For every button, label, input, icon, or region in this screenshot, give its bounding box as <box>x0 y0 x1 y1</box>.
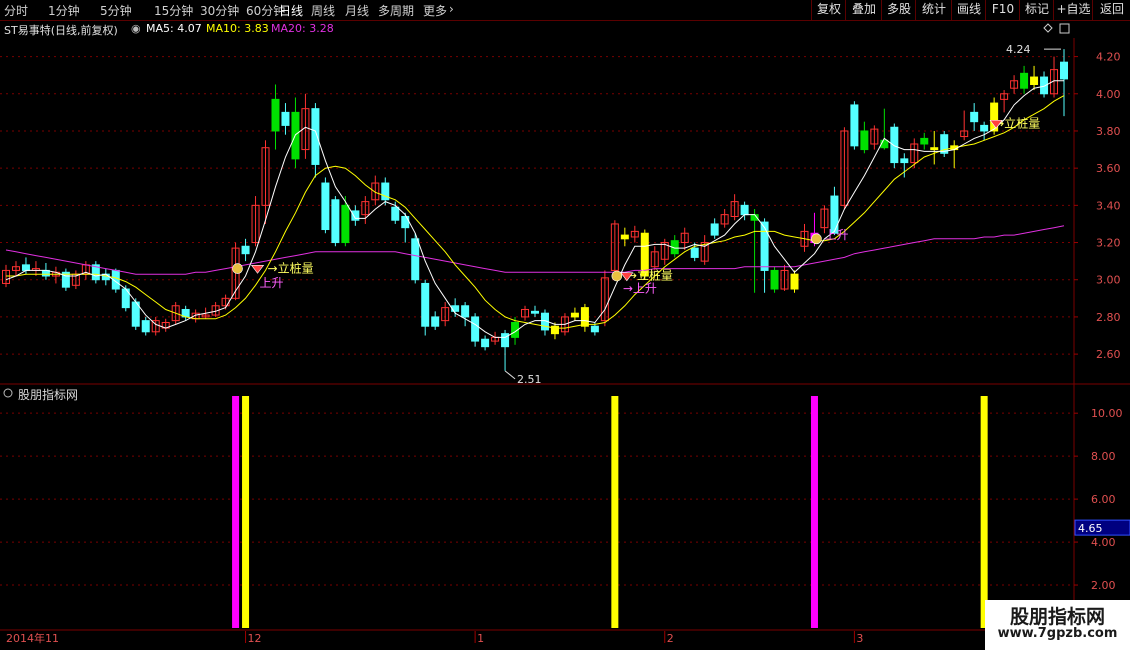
indicator-settings-icon <box>3 388 13 398</box>
money-bag-icon <box>611 270 623 282</box>
indicator-current-value: 4.65 <box>1078 522 1103 535</box>
signal-label: 上升 <box>824 228 848 242</box>
candle-body <box>531 310 539 314</box>
price-axis-label: 4.20 <box>1096 51 1121 64</box>
candle-body <box>860 130 869 151</box>
candle-body <box>770 269 779 290</box>
indicator-bar <box>242 396 250 628</box>
candle-body <box>431 316 440 327</box>
money-bag-icon <box>811 233 822 245</box>
candle-body <box>920 137 929 145</box>
candle-body <box>1060 61 1068 80</box>
watermark: 股朋指标网 www.7gpzb.com <box>985 600 1130 650</box>
price-axis-label: 2.80 <box>1096 311 1121 324</box>
indicator-axis-label: 8.00 <box>1091 450 1116 463</box>
ma5-line <box>5 80 1064 338</box>
candle-body <box>850 104 859 147</box>
watermark-title: 股朋指标网 <box>1009 606 1105 628</box>
indicator-axis-label: 4.00 <box>1091 536 1116 549</box>
watermark-url: www.7gpzb.com <box>997 626 1118 641</box>
candle-body <box>451 305 460 312</box>
candle-body <box>271 98 280 132</box>
indicator-title: 股朋指标网 <box>18 388 79 402</box>
signal-label: →立桩量 <box>268 260 314 275</box>
signal-label: →立桩量 <box>627 268 673 283</box>
candle-body <box>1030 76 1039 85</box>
chart-canvas[interactable]: 4.20 4.00 3.80 3.60 3.40 3.20 3.00 2.80 2.60 10.0… <box>0 0 1130 650</box>
candle-body <box>471 316 480 342</box>
candle-body <box>930 147 939 151</box>
candle-body <box>281 111 290 126</box>
candle-body <box>970 111 979 123</box>
signal-label: →上升 <box>623 282 657 296</box>
price-axis-label: 3.00 <box>1096 274 1121 287</box>
price-axis-label: 3.60 <box>1096 162 1121 175</box>
candle-body <box>341 204 350 244</box>
date-axis-label: 2014年11 <box>6 631 59 645</box>
candle-body <box>411 238 420 281</box>
candle-body <box>481 338 490 348</box>
candle-body <box>141 320 150 333</box>
price-axis-label: 3.80 <box>1096 125 1121 138</box>
candle-body <box>690 247 699 258</box>
indicator-bar <box>810 396 818 628</box>
indicator-bar <box>611 396 619 628</box>
candle-body <box>890 126 899 164</box>
low-marker-line <box>504 370 516 380</box>
ma20-line <box>5 225 1065 275</box>
signal-label: 上升 <box>260 276 284 290</box>
candle-body <box>461 305 470 318</box>
candle-body <box>760 221 769 271</box>
date-axis-label: 2 <box>667 632 674 645</box>
candle-body <box>740 204 749 216</box>
candle-body <box>311 108 320 165</box>
candle-body <box>980 124 989 132</box>
price-axis-label: 3.40 <box>1096 199 1121 212</box>
indicator-axis-label: 6.00 <box>1091 493 1116 506</box>
indicator-bar <box>232 396 240 628</box>
date-axis-label: 1 <box>477 632 484 645</box>
candle-body <box>241 245 250 255</box>
candle-body <box>1020 72 1029 89</box>
candle-body <box>580 307 589 327</box>
price-axis-label: 4.00 <box>1096 88 1121 101</box>
indicator-axis-label: 10.00 <box>1091 407 1123 420</box>
signal-label: →立桩量 <box>994 115 1040 130</box>
candle-body <box>421 282 430 327</box>
collapse-icon <box>1043 23 1053 33</box>
date-axis-label: 12 <box>248 632 262 645</box>
candle-body <box>590 325 599 333</box>
money-bag-icon <box>232 263 243 274</box>
candle-body <box>21 264 30 271</box>
candle-body <box>900 158 909 164</box>
candle-body <box>570 312 579 318</box>
diamond-icon <box>250 264 265 274</box>
window-toggle-icon <box>1059 23 1070 34</box>
candle-body <box>401 216 410 229</box>
candle-body <box>710 223 719 236</box>
price-axis-label: 2.60 <box>1096 348 1121 361</box>
candle-body <box>321 182 330 231</box>
date-axis-label: 3 <box>856 632 863 645</box>
candle-body <box>790 273 799 290</box>
indicator-bar <box>980 396 988 628</box>
low-label: 2.51 <box>517 373 542 386</box>
high-label: 4.24 <box>1006 43 1031 56</box>
price-axis-label: 3.20 <box>1096 237 1121 250</box>
indicator-axis-label: 2.00 <box>1091 579 1116 592</box>
candle-body <box>331 199 340 244</box>
candle-body <box>620 234 629 240</box>
candle-body <box>391 206 400 221</box>
